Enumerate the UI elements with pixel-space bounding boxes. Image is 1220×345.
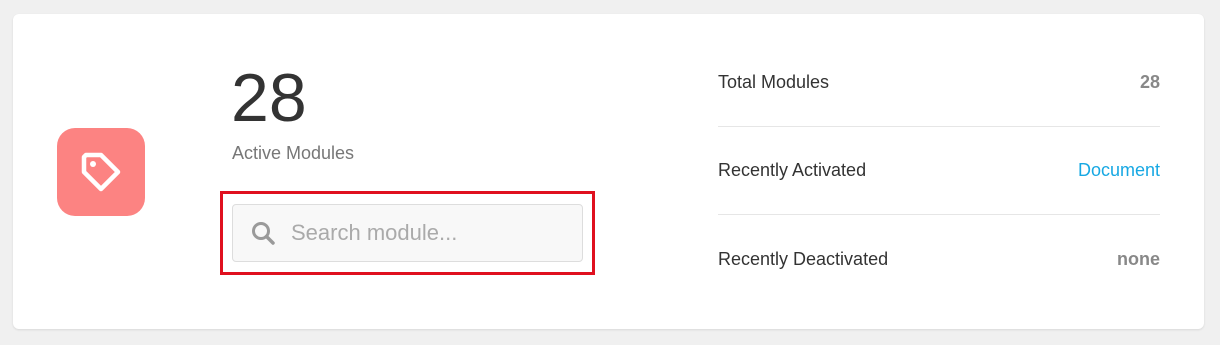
active-modules-count: 28	[231, 60, 307, 136]
search-input[interactable]	[291, 213, 561, 253]
stat-row-recently-deactivated: Recently Deactivated none	[718, 215, 1160, 303]
stat-row-total-modules: Total Modules 28	[718, 39, 1160, 127]
stat-label: Total Modules	[718, 72, 830, 92]
search-icon	[249, 219, 277, 247]
modules-logo	[57, 128, 145, 216]
search-box[interactable]	[232, 204, 583, 262]
recently-activated-link[interactable]: Document	[1078, 160, 1160, 181]
tag-icon	[81, 152, 121, 192]
stat-value: none	[1117, 248, 1160, 269]
modules-summary-card: 28 Active Modules Total Modules 28 Recen…	[13, 14, 1204, 329]
active-modules-label: Active Modules	[232, 143, 355, 163]
stat-label: Recently Deactivated	[718, 248, 889, 269]
stats-list: Total Modules 28 Recently Activated Docu…	[718, 39, 1160, 303]
stat-label: Recently Activated	[718, 160, 867, 180]
stat-value: 28	[1139, 72, 1160, 92]
stat-row-recently-activated: Recently Activated Document	[718, 127, 1160, 215]
